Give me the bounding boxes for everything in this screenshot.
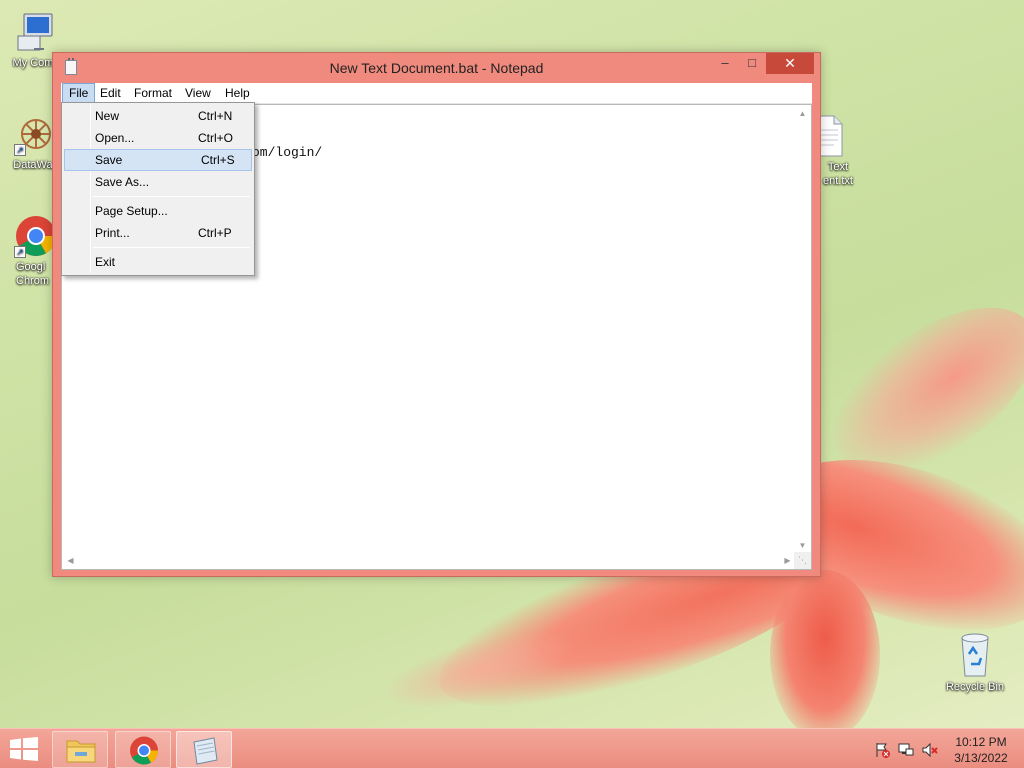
- taskbar-clock[interactable]: 10:12 PM 3/13/2022: [947, 734, 1015, 766]
- menu-item-label: Save: [95, 153, 123, 167]
- vertical-scrollbar[interactable]: ▲ ▼: [794, 105, 811, 554]
- menu-item-print[interactable]: Print... Ctrl+P: [64, 222, 252, 244]
- volume-muted-icon[interactable]: [921, 741, 939, 759]
- title-bar[interactable]: New Text Document.bat - Notepad – □ ✕: [53, 53, 820, 83]
- menu-edit[interactable]: Edit: [94, 83, 127, 103]
- menu-separator: [93, 196, 250, 197]
- action-center-flag-icon[interactable]: [873, 741, 891, 759]
- menu-view[interactable]: View: [179, 83, 217, 103]
- resize-grip-icon[interactable]: ⋱: [794, 552, 811, 569]
- menu-item-label: Page Setup...: [95, 204, 168, 218]
- menu-item-page-setup[interactable]: Page Setup...: [64, 200, 252, 222]
- computer-icon: [17, 13, 53, 51]
- desktop-icon-label: Text ent.txt: [823, 161, 853, 187]
- shortcut-arrow-icon: ↗: [14, 246, 26, 258]
- wallpaper-petal: [770, 570, 880, 740]
- windows-start-icon[interactable]: [8, 737, 40, 761]
- shortcut-arrow-icon: ↗: [14, 144, 26, 156]
- menu-item-shortcut: Ctrl+O: [198, 131, 234, 145]
- taskbar-file-explorer[interactable]: [52, 731, 108, 768]
- window-title: New Text Document.bat - Notepad: [329, 60, 544, 76]
- scroll-left-arrow-icon[interactable]: ◀: [62, 552, 79, 569]
- menu-format[interactable]: Format: [128, 83, 178, 103]
- file-menu-dropdown: New Ctrl+N Open... Ctrl+O Save Ctrl+S Sa…: [61, 102, 255, 276]
- menu-item-label: Open...: [95, 131, 135, 145]
- menu-item-shortcut: Ctrl+S: [201, 153, 235, 167]
- clock-time: 10:12 PM: [955, 735, 1007, 749]
- menu-item-exit[interactable]: Exit: [64, 251, 252, 273]
- menu-item-label: Exit: [95, 255, 116, 269]
- editor-text[interactable]: om/login/: [252, 145, 322, 160]
- recycle-bin-icon: [961, 633, 989, 677]
- menu-item-shortcut: Ctrl+P: [198, 226, 232, 240]
- close-button[interactable]: ✕: [766, 53, 814, 74]
- taskbar-notepad[interactable]: [176, 731, 232, 768]
- desktop-icon-label: Recycle Bin: [945, 681, 1005, 693]
- menu-item-new[interactable]: New Ctrl+N: [64, 105, 252, 127]
- menu-item-save-as[interactable]: Save As...: [64, 171, 252, 193]
- desktop-icon-recycle-bin[interactable]: Recycle Bin: [936, 630, 1014, 694]
- taskbar-google-chrome[interactable]: [115, 731, 171, 768]
- clock-date: 3/13/2022: [954, 751, 1008, 765]
- taskbar: 10:12 PM 3/13/2022: [0, 728, 1024, 768]
- menu-item-shortcut: Ctrl+N: [198, 109, 233, 123]
- horizontal-scrollbar[interactable]: ◀ ▶: [62, 552, 796, 569]
- network-icon[interactable]: [897, 741, 915, 759]
- maximize-button[interactable]: □: [739, 53, 765, 74]
- menu-bar: File Edit Format View Help: [61, 83, 812, 104]
- folder-icon: [66, 740, 96, 763]
- menu-item-save[interactable]: Save Ctrl+S: [64, 149, 252, 171]
- menu-help[interactable]: Help: [219, 83, 256, 103]
- minimize-button[interactable]: –: [712, 53, 738, 74]
- menu-item-label: Print...: [95, 226, 130, 240]
- menu-separator: [93, 247, 250, 248]
- menu-item-label: New: [95, 109, 120, 123]
- chrome-icon: [130, 736, 158, 765]
- desktop-icon-label: Googl Chrom: [16, 261, 50, 287]
- menu-item-open[interactable]: Open... Ctrl+O: [64, 127, 252, 149]
- scroll-up-arrow-icon[interactable]: ▲: [794, 105, 811, 122]
- menu-file[interactable]: File: [62, 83, 96, 103]
- notepad-icon: [193, 737, 218, 765]
- menu-item-label: Save As...: [95, 175, 150, 189]
